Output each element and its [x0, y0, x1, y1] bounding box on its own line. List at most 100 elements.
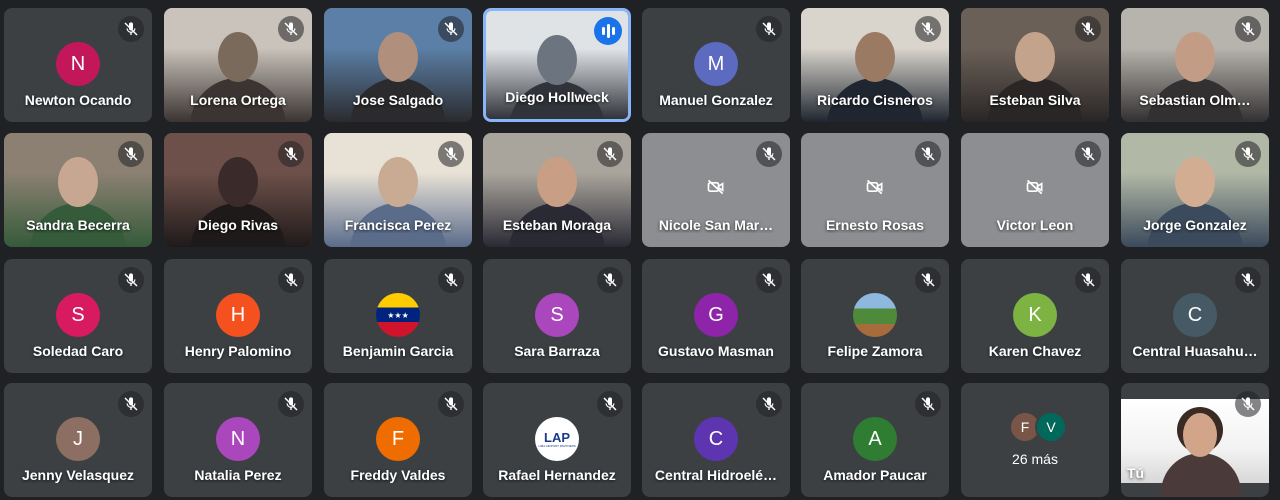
mic-off-icon[interactable] [1075, 141, 1101, 167]
mic-off-icon[interactable] [756, 141, 782, 167]
avatar: M [694, 42, 738, 86]
participant-grid: N Newton Ocando Lorena Ortega Jose Salgado D… [4, 8, 1276, 497]
avatar: H [216, 293, 260, 337]
avatar: A [853, 417, 897, 461]
mic-off-icon[interactable] [118, 267, 144, 293]
self-tile[interactable]: Tú [1121, 383, 1269, 497]
participant-tile-benjamin[interactable]: ★★★ Benjamin Garcia [324, 259, 472, 373]
participant-name: Ernesto Rosas [825, 217, 925, 233]
participant-name: Victor Leon [996, 217, 1074, 233]
lap-logo-text: LAP [544, 429, 570, 445]
mic-off-icon[interactable] [118, 141, 144, 167]
participant-tile-manuel[interactable]: M Manuel Gonzalez [642, 8, 790, 122]
videocam-off-icon [865, 177, 885, 202]
self-label: Tú [1127, 465, 1145, 481]
participant-name: Diego Hollweck [505, 89, 609, 105]
mic-off-icon[interactable] [278, 16, 304, 42]
participant-tile-natalia[interactable]: N Natalia Perez [164, 383, 312, 497]
participant-tile-victor[interactable]: Victor Leon [961, 133, 1109, 247]
participant-tile-diego-r[interactable]: Diego Rivas [164, 133, 312, 247]
mic-off-icon[interactable] [597, 391, 623, 417]
participant-tile-felipe[interactable]: Felipe Zamora [801, 259, 949, 373]
mic-off-icon[interactable] [118, 391, 144, 417]
participant-tile-esteban-m[interactable]: Esteban Moraga [483, 133, 631, 247]
mic-off-icon[interactable] [278, 141, 304, 167]
participant-tile-freddy[interactable]: F Freddy Valdes [324, 383, 472, 497]
participant-tile-amador[interactable]: A Amador Paucar [801, 383, 949, 497]
participant-tile-soledad[interactable]: S Soledad Caro [4, 259, 152, 373]
mic-off-icon[interactable] [915, 16, 941, 42]
mic-off-icon[interactable] [438, 16, 464, 42]
mic-off-icon[interactable] [915, 391, 941, 417]
mic-off-icon[interactable] [915, 267, 941, 293]
participant-name: Gustavo Masman [658, 343, 774, 359]
participant-tile-central-hidro[interactable]: C Central Hidroelé… [642, 383, 790, 497]
participant-tile-francisca[interactable]: Francisca Perez [324, 133, 472, 247]
mic-off-icon[interactable] [118, 16, 144, 42]
mic-off-icon[interactable] [1075, 16, 1101, 42]
avatar: N [56, 42, 100, 86]
participant-tile-lorena[interactable]: Lorena Ortega [164, 8, 312, 122]
participant-name: Central Huasahu… [1132, 343, 1258, 359]
more-participants-label: 26 más [1012, 451, 1058, 467]
participant-tile-diego-h[interactable]: Diego Hollweck [483, 8, 631, 122]
participant-tile-sara[interactable]: S Sara Barraza [483, 259, 631, 373]
participant-tile-sandra[interactable]: Sandra Becerra [4, 133, 152, 247]
mic-off-icon[interactable] [438, 391, 464, 417]
participant-tile-esteban-s[interactable]: Esteban Silva [961, 8, 1109, 122]
mic-off-icon[interactable] [438, 141, 464, 167]
participant-tile-ernesto[interactable]: Ernesto Rosas [801, 133, 949, 247]
participant-name: Francisca Perez [344, 217, 452, 233]
participant-tile-ricardo[interactable]: Ricardo Cisneros [801, 8, 949, 122]
mic-off-icon[interactable] [1235, 16, 1261, 42]
mic-off-icon[interactable] [278, 391, 304, 417]
participant-head [1175, 157, 1215, 207]
videocam-off-icon [706, 177, 726, 202]
participant-tile-karen[interactable]: K Karen Chavez [961, 259, 1109, 373]
participant-head [1175, 32, 1215, 82]
mic-off-icon[interactable] [1235, 141, 1261, 167]
participant-name: Sebastian Olm… [1139, 92, 1251, 108]
mic-off-icon[interactable] [1235, 267, 1261, 293]
participant-head [58, 157, 98, 207]
participant-name: Jenny Velasquez [21, 467, 135, 483]
participant-tile-nicole[interactable]: Nicole San Mar… [642, 133, 790, 247]
participant-tile-sebastian[interactable]: Sebastian Olm… [1121, 8, 1269, 122]
participant-name: Diego Rivas [197, 217, 279, 233]
mic-off-icon[interactable] [756, 391, 782, 417]
participant-tile-newton[interactable]: N Newton Ocando [4, 8, 152, 122]
mic-off-icon[interactable] [438, 267, 464, 293]
participant-tile-jenny[interactable]: J Jenny Velasquez [4, 383, 152, 497]
mic-off-icon[interactable] [597, 267, 623, 293]
venezuela-flag-icon: ★★★ [376, 293, 420, 337]
mic-off-icon[interactable] [1235, 391, 1261, 417]
participant-tile-henry[interactable]: H Henry Palomino [164, 259, 312, 373]
more-participants-tile[interactable]: F V 26 más [961, 383, 1109, 497]
participant-tile-jose[interactable]: Jose Salgado [324, 8, 472, 122]
participant-tile-gustavo[interactable]: G Gustavo Masman [642, 259, 790, 373]
lap-logo-subtext: LIMA AIRPORT PARTNERS [538, 443, 576, 448]
mic-off-icon[interactable] [756, 16, 782, 42]
participant-tile-central-h[interactable]: C Central Huasahu… [1121, 259, 1269, 373]
participant-name: Esteban Moraga [502, 217, 612, 233]
avatar: F [376, 417, 420, 461]
avatar: S [535, 293, 579, 337]
participant-head [218, 32, 258, 82]
mic-off-icon[interactable] [915, 141, 941, 167]
participant-head [1015, 32, 1055, 82]
mic-off-icon[interactable] [756, 267, 782, 293]
self-head [1183, 413, 1217, 457]
mic-off-icon[interactable] [278, 267, 304, 293]
participant-name: Felipe Zamora [827, 343, 923, 359]
self-body [1161, 453, 1241, 497]
mic-off-icon[interactable] [1075, 267, 1101, 293]
mic-off-icon[interactable] [597, 141, 623, 167]
avatar: C [1173, 293, 1217, 337]
participant-head [537, 157, 577, 207]
participant-head [855, 32, 895, 82]
participant-tile-jorge[interactable]: Jorge Gonzalez [1121, 133, 1269, 247]
participant-name: Karen Chavez [988, 343, 1082, 359]
participant-name: Newton Ocando [24, 92, 132, 108]
lap-logo-icon: LAP LIMA AIRPORT PARTNERS [535, 417, 579, 461]
participant-tile-rafael[interactable]: LAP LIMA AIRPORT PARTNERS Rafael Hernandez [483, 383, 631, 497]
